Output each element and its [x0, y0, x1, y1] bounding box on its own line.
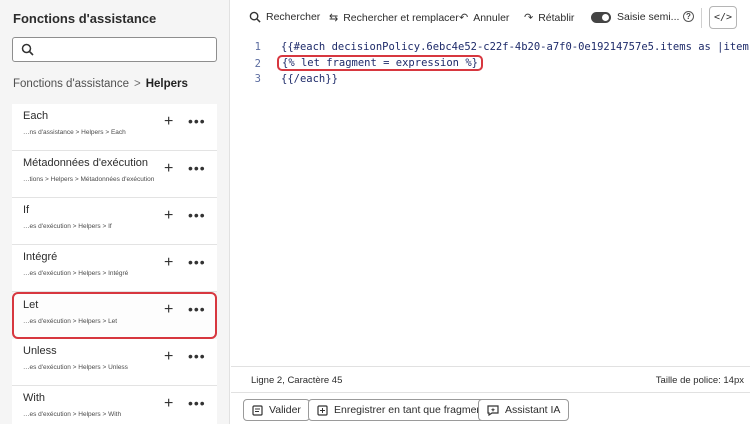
- more-icon[interactable]: •••: [188, 395, 206, 411]
- fragment-icon: [317, 404, 328, 416]
- code-line-highlighted[interactable]: {% let fragment = expression %}: [277, 55, 483, 71]
- help-button[interactable]: ?: [683, 11, 694, 22]
- helper-name: Intégré: [23, 251, 58, 263]
- toolbar-divider: [701, 8, 702, 28]
- helper-item-with[interactable]: With …es d'exécution > Helpers > With + …: [12, 386, 217, 424]
- replace-icon: ⇆: [329, 12, 339, 24]
- redo-icon: ↷: [524, 12, 534, 24]
- code-line[interactable]: {{/each}}: [281, 73, 338, 85]
- autocomplete-label: Saisie semi...: [617, 11, 680, 23]
- add-icon[interactable]: +: [164, 396, 173, 412]
- more-icon[interactable]: •••: [188, 301, 206, 317]
- replace-button[interactable]: ⇆ Rechercher et remplacer: [329, 11, 459, 25]
- helper-name: Unless: [23, 345, 57, 357]
- helper-path: …es d'exécution > Helpers > With: [23, 411, 122, 418]
- validate-icon: [252, 404, 263, 416]
- helper-name: Let: [23, 299, 39, 311]
- font-size-indicator: Taille de police: 14px: [655, 375, 744, 386]
- add-icon[interactable]: +: [164, 161, 173, 177]
- more-icon[interactable]: •••: [188, 254, 206, 270]
- line-number: 2: [254, 58, 261, 70]
- help-icon: ?: [683, 11, 694, 22]
- search-icon: [21, 43, 34, 56]
- search-icon: [249, 11, 261, 23]
- add-icon[interactable]: +: [164, 302, 173, 318]
- helper-path: …tions > Helpers > Métadonnées d'exécuti…: [23, 176, 155, 183]
- helper-name: Métadonnées d'exécution: [23, 157, 149, 169]
- more-icon[interactable]: •••: [188, 207, 206, 223]
- add-icon[interactable]: +: [164, 208, 173, 224]
- save-fragment-button[interactable]: Enregistrer en tant que fragment: [308, 399, 495, 421]
- editor-toolbar: Rechercher ⇆ Rechercher et remplacer ↶ A…: [231, 0, 750, 36]
- breadcrumb: Fonctions d'assistance > Helpers: [13, 78, 188, 90]
- status-bar: Ligne 2, Caractère 45 Taille de police: …: [231, 366, 750, 390]
- ai-assistant-icon: [487, 404, 499, 416]
- action-bar: Valider Enregistrer en tant que fragment…: [231, 392, 750, 424]
- helper-name: Each: [23, 110, 49, 122]
- validate-label: Valider: [269, 404, 301, 416]
- add-icon[interactable]: +: [164, 255, 173, 271]
- redo-label: Rétablir: [538, 11, 575, 24]
- panel-title: Fonctions d'assistance: [13, 11, 157, 26]
- helper-path: …es d'exécution > Helpers > Unless: [23, 364, 128, 371]
- more-icon[interactable]: •••: [188, 348, 206, 364]
- helper-path: …es d'exécution > Helpers > If: [23, 223, 112, 230]
- search-button[interactable]: Rechercher: [249, 11, 320, 23]
- code-view-button[interactable]: </>: [709, 6, 737, 29]
- breadcrumb-current: Helpers: [145, 78, 188, 90]
- code-line[interactable]: {{#each decisionPolicy.6ebc4e52-c22f-4b2…: [281, 41, 750, 53]
- undo-button[interactable]: ↶ Annuler: [459, 11, 510, 25]
- helper-list: Each …ns d'assistance > Helpers > Each +…: [12, 104, 217, 424]
- helper-item-metadata[interactable]: Métadonnées d'exécution …tions > Helpers…: [12, 151, 217, 198]
- breadcrumb-separator: >: [133, 78, 141, 90]
- helper-path: …ns d'assistance > Helpers > Each: [23, 129, 126, 136]
- helper-name: With: [23, 392, 45, 404]
- line-number: 1: [254, 41, 261, 53]
- cursor-position: Ligne 2, Caractère 45: [251, 375, 343, 386]
- helper-item-unless[interactable]: Unless …es d'exécution > Helpers > Unles…: [12, 339, 217, 386]
- helper-name: If: [23, 204, 30, 216]
- replace-label: Rechercher et remplacer: [343, 11, 459, 24]
- toggle-switch[interactable]: [591, 11, 611, 23]
- ai-assistant-label: Assistant IA: [505, 404, 561, 416]
- redo-button[interactable]: ↷ Rétablir: [524, 11, 575, 25]
- line-number: 3: [254, 73, 261, 85]
- helper-path: …es d'exécution > Helpers > Intégré: [23, 270, 129, 277]
- undo-icon: ↶: [459, 12, 469, 24]
- code-editor[interactable]: 1 {{#each decisionPolicy.6ebc4e52-c22f-4…: [231, 36, 750, 366]
- search-label: Rechercher: [266, 11, 321, 23]
- helper-item-if[interactable]: If …es d'exécution > Helpers > If + •••: [12, 198, 217, 245]
- helper-item-integre[interactable]: Intégré …es d'exécution > Helpers > Inté…: [12, 245, 217, 292]
- save-fragment-label: Enregistrer en tant que fragment: [334, 404, 486, 416]
- helper-path: …es d'exécution > Helpers > Let: [23, 318, 118, 325]
- more-icon[interactable]: •••: [188, 113, 206, 129]
- search-input[interactable]: [12, 37, 217, 62]
- helper-item-each[interactable]: Each …ns d'assistance > Helpers > Each +…: [12, 104, 217, 151]
- autocomplete-toggle[interactable]: Saisie semi...: [591, 11, 679, 23]
- ai-assistant-button[interactable]: Assistant IA: [478, 399, 570, 421]
- undo-label: Annuler: [473, 11, 510, 24]
- add-icon[interactable]: +: [164, 349, 173, 365]
- add-icon[interactable]: +: [164, 114, 173, 130]
- helpers-panel: Fonctions d'assistance Fonctions d'assis…: [0, 0, 230, 424]
- breadcrumb-parent[interactable]: Fonctions d'assistance: [13, 78, 129, 90]
- more-icon[interactable]: •••: [188, 160, 206, 176]
- helper-item-let[interactable]: Let …es d'exécution > Helpers > Let + ••…: [12, 292, 217, 339]
- validate-button[interactable]: Valider: [243, 399, 310, 421]
